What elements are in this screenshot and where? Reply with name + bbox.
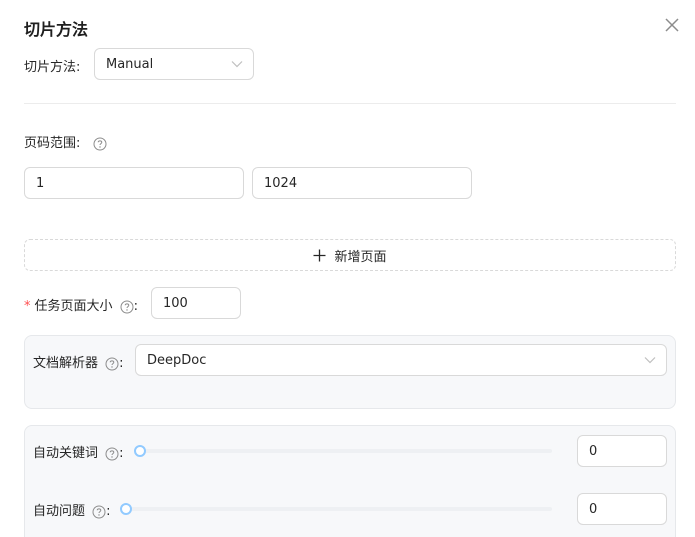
method-select[interactable]: Manual <box>94 48 254 80</box>
parser-select-value: DeepDoc <box>147 352 207 368</box>
auto-keywords-label: 自动关键词 : <box>33 442 124 461</box>
task-page-size-label-text: 任务页面大小 <box>34 299 113 314</box>
page-range-end-input[interactable]: 1024 <box>252 167 472 199</box>
auto-keywords-colon: : <box>119 446 124 461</box>
chevron-down-icon <box>231 61 243 68</box>
parser-colon: : <box>119 356 124 371</box>
auto-questions-slider[interactable] <box>120 503 552 515</box>
auto-questions-label: 自动问题 : <box>33 500 111 519</box>
question-circle-icon[interactable] <box>120 300 134 314</box>
chevron-down-icon <box>644 357 656 364</box>
required-mark: * <box>24 299 31 314</box>
auto-keywords-input[interactable]: 0 <box>577 435 667 467</box>
question-circle-icon[interactable] <box>92 505 106 519</box>
dialog-title: 切片方法 <box>24 20 89 39</box>
auto-questions-input[interactable]: 0 <box>577 493 667 525</box>
page-range-label-text: 页码范围: <box>24 136 81 151</box>
task-page-size-input[interactable]: 100 <box>151 287 241 319</box>
method-select-value: Manual <box>106 56 154 72</box>
auto-keywords-slider-handle[interactable] <box>134 445 146 457</box>
close-icon[interactable] <box>663 16 681 34</box>
auto-questions-label-text: 自动问题 <box>33 504 86 519</box>
auto-keywords-label-text: 自动关键词 <box>33 446 99 461</box>
auto-keywords-slider[interactable] <box>134 445 552 457</box>
task-page-size-colon: : <box>133 299 139 314</box>
method-label: 切片方法: <box>24 60 81 75</box>
parser-label-text: 文档解析器 <box>33 356 99 371</box>
add-page-button[interactable]: 新增页面 <box>24 239 676 271</box>
task-page-size-label: * 任务页面大小 : <box>24 295 138 314</box>
question-circle-icon[interactable] <box>93 137 107 151</box>
auto-questions-slider-handle[interactable] <box>120 503 132 515</box>
plus-icon <box>313 249 326 261</box>
parser-label: 文档解析器 : <box>33 352 124 371</box>
add-page-label: 新增页面 <box>334 249 387 265</box>
question-circle-icon[interactable] <box>105 447 119 461</box>
auto-questions-colon: : <box>106 504 111 519</box>
parser-select[interactable]: DeepDoc <box>135 344 667 376</box>
question-circle-icon[interactable] <box>105 357 119 371</box>
chunk-method-dialog: 切片方法 切片方法: Manual 页码范围: 1 1024 新增页面 * 任务页… <box>0 0 695 537</box>
page-range-start-input[interactable]: 1 <box>24 167 244 199</box>
page-range-label: 页码范围: <box>24 132 107 151</box>
divider <box>24 103 676 104</box>
